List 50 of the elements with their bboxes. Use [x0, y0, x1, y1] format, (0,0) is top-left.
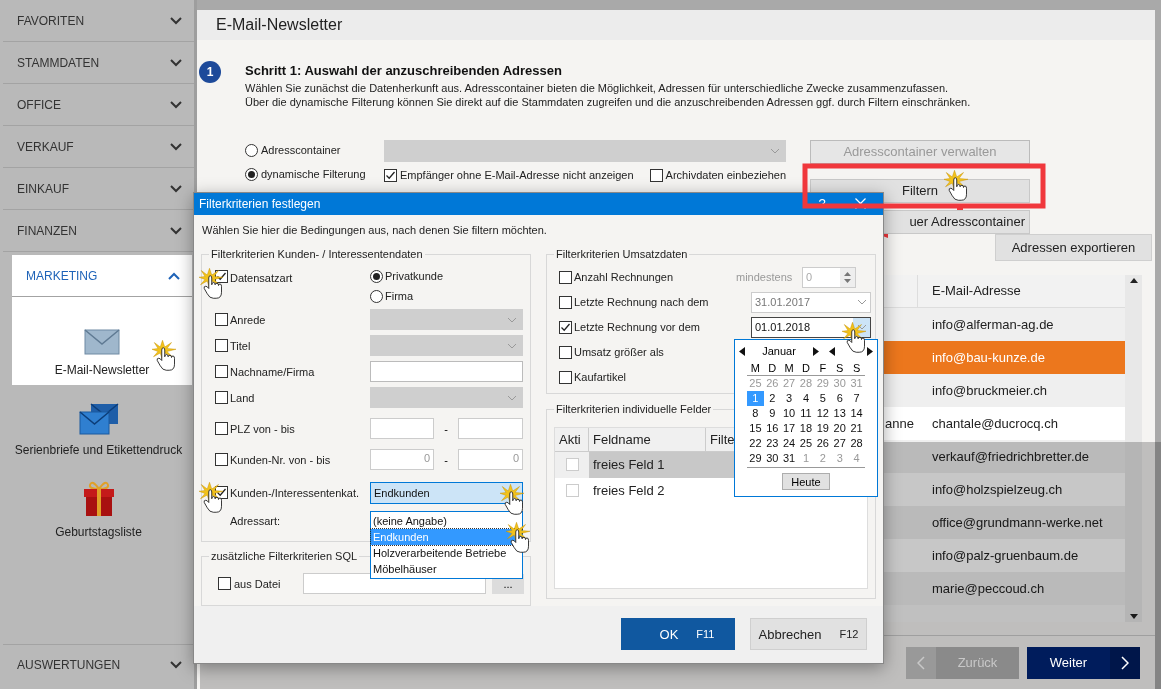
radio-label: Firma: [385, 289, 414, 305]
range-separator: -: [443, 452, 449, 468]
table-cell-text: freies Feld 2: [592, 482, 666, 501]
checkbox-label: Nachname/Firma: [230, 364, 315, 380]
checkbox-label: Kaufartikel: [574, 370, 626, 386]
weekday-label: D: [767, 361, 778, 375]
table-cell-text: info@alferman-ag.de: [931, 315, 1054, 334]
weekday-label: M: [749, 361, 761, 375]
step-badge: 1: [199, 61, 221, 83]
step-description: Über die dynamische Filterung können Sie direkt auf die Stammdaten zugreifen und die anzuschreibenden Adressen ggf. durch Filtern einschränken.: [245, 95, 971, 109]
checkbox-label: Empfänger ohne E-Mail-Adresse nicht anzeigen: [400, 167, 634, 183]
checkbox-label: Datensatzart: [230, 270, 293, 286]
weekday-label: D: [801, 361, 811, 375]
checkbox-label: Letzte Rechnung vor dem: [574, 320, 700, 336]
radio-label: dynamische Filterung: [261, 166, 366, 182]
checkbox-label: Anrede: [230, 312, 266, 328]
dialog-title: Filterkriterien festlegen: [199, 195, 322, 213]
radio-label: Privatkunde: [385, 268, 444, 284]
field-hint: mindestens: [736, 270, 794, 286]
table-cell-text: office@grundmann-werke.net: [931, 513, 1103, 532]
checkbox-label: Titel: [230, 338, 251, 354]
checkbox-label: Kunden-/Interessentenkat.: [230, 485, 360, 501]
page-title: E-Mail-Newsletter: [216, 15, 343, 35]
field-label: Adressart:: [230, 513, 281, 529]
table-cell-text: info@palz-gruenbaum.de: [931, 546, 1079, 565]
dialog-instruction: Wählen Sie hier die Bedingungen aus, nach denen Sie filtern möchten.: [201, 222, 548, 237]
checkbox-label: PLZ von - bis: [230, 421, 295, 437]
table-cell-text: info@holzspielzeug.ch: [931, 480, 1063, 499]
checkbox-label: Archivdaten einbeziehen: [665, 167, 787, 183]
step-description: Wählen Sie zunächst die Datenherkunft aus. Adresscontainer bieten die Möglichkeit, Adressen für unterschiedliche Zwecke zusammenzufassen.: [245, 81, 950, 95]
checkbox-label: Anzahl Rechnungen: [574, 270, 674, 286]
radio-label: Adresscontainer: [261, 142, 341, 158]
weekday-label: S: [851, 361, 862, 375]
checkbox-label: Land: [230, 390, 255, 406]
table-cell-text: verkauf@friedrichbretter.de: [931, 447, 1089, 466]
checkbox-label: Umsatz größer als: [574, 345, 664, 361]
checkbox-label: Kunden-Nr. von - bis: [230, 452, 331, 468]
weekday-label: F: [818, 361, 828, 375]
checkbox-label: aus Datei: [234, 576, 281, 592]
table-cell-text: info@bau-kunze.de: [931, 348, 1045, 367]
table-cell-text: marie@peccoud.ch: [931, 579, 1045, 598]
checkbox-label: Letzte Rechnung nach dem: [574, 295, 709, 311]
table-cell-text: info@bruckmeier.ch: [931, 381, 1048, 400]
step-title: Schritt 1: Auswahl der anzuschreibenden Adressen: [245, 62, 563, 80]
table-cell: anne: [885, 415, 914, 431]
table-cell-text: chantale@ducrocq.ch: [931, 414, 1058, 433]
range-separator: -: [443, 421, 449, 437]
table-cell: freies Feld 1: [589, 451, 734, 478]
weekday-label: M: [783, 361, 795, 375]
weekday-label: S: [835, 361, 845, 375]
